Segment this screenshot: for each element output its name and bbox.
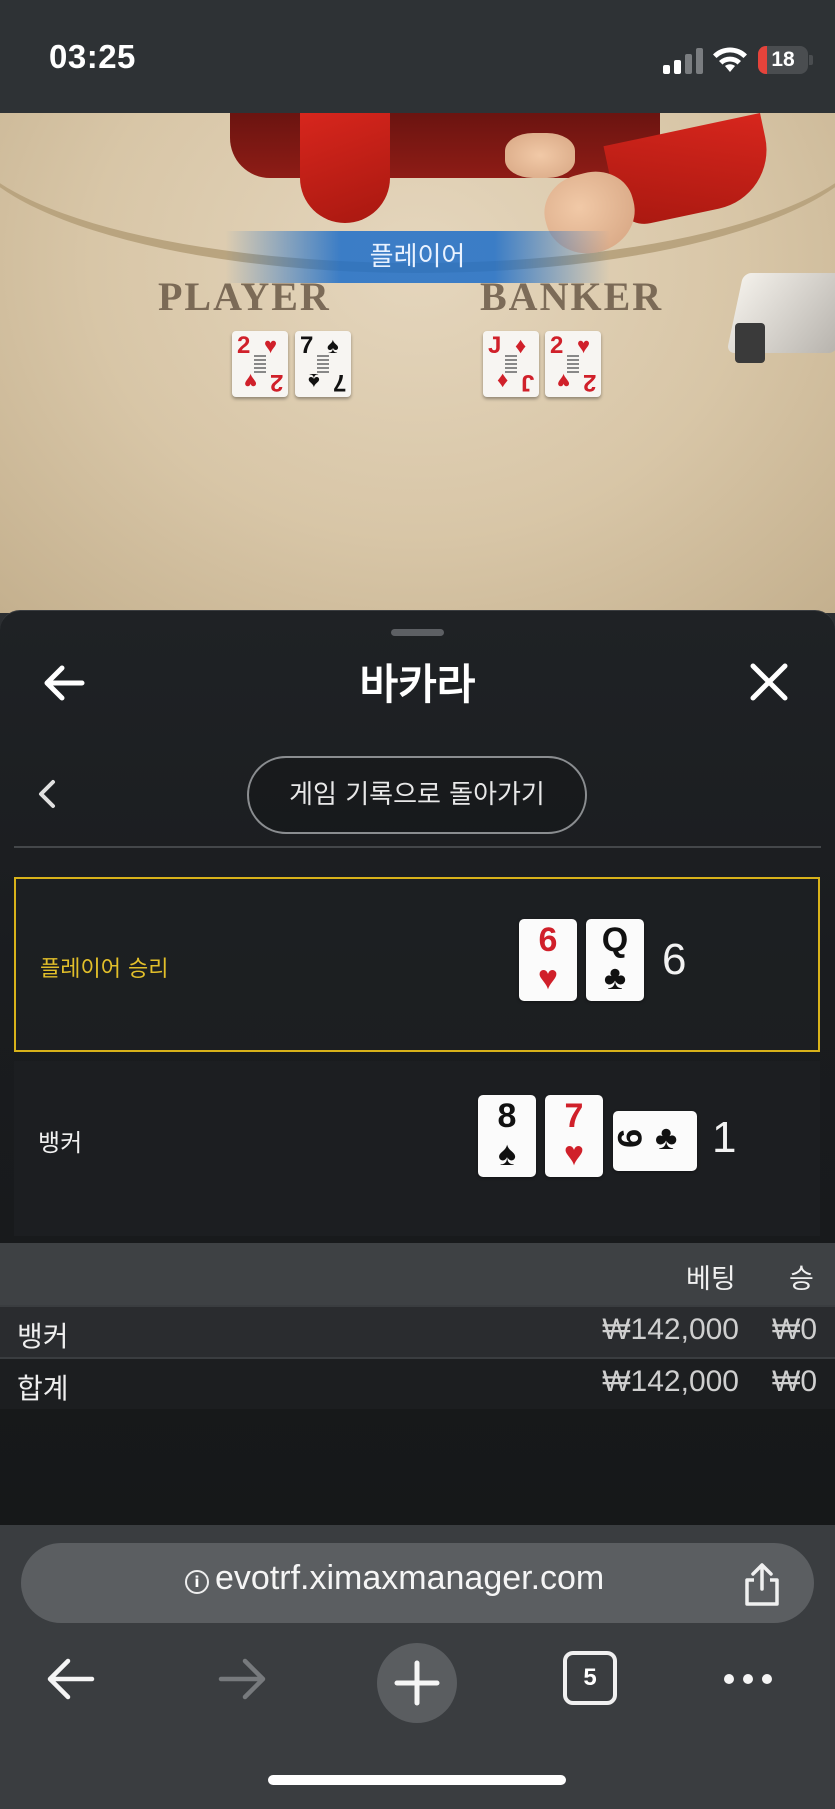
tabs-icon[interactable]: 5 [563, 1651, 617, 1705]
table-row: 합계 ₩142,000 ₩0 [0, 1357, 835, 1409]
battery-cap [809, 55, 813, 65]
banker-result-label: 뱅커 [38, 1129, 83, 1157]
table-row: 뱅커 ₩142,000 ₩0 [0, 1305, 835, 1357]
banker-result-row: 뱅커 8 ♠ 7 ♥ 9 ♣ 1 [14, 1061, 820, 1236]
wifi-icon [713, 47, 747, 72]
card-suit: ♣ [603, 959, 627, 997]
total-row-label: 합계 [17, 1372, 69, 1405]
dealer-hand-left [505, 133, 575, 178]
banker-card-3-sideways: 9 ♣ [610, 1111, 697, 1171]
card-rank: J [488, 332, 502, 359]
arrow-right-icon[interactable] [215, 1651, 271, 1707]
bet-row-label: 뱅커 [17, 1320, 69, 1353]
card-suit: ♠ [497, 1135, 517, 1173]
card-rank: 8 [497, 1097, 517, 1135]
player-total: 6 [662, 935, 687, 984]
home-indicator [268, 1775, 566, 1785]
chevron-left-icon[interactable] [36, 779, 58, 809]
sheet-drag-handle[interactable] [391, 629, 444, 636]
plus-icon [394, 1660, 440, 1706]
back-to-history-button[interactable]: 게임 기록으로 돌아가기 [247, 756, 587, 834]
card-rank-inverted: J [520, 369, 534, 396]
card-rank: 7 [564, 1097, 584, 1135]
table-banker-card-1: J ♦ ♦ J [483, 331, 539, 397]
card-suit-inverted: ♥ [556, 369, 570, 394]
arrow-left-icon[interactable] [42, 1651, 98, 1707]
dealer-arm-left [300, 113, 390, 223]
battery-icon: 18 [758, 46, 808, 74]
table-player-card-2: 7 ♠ ♠ 7 [295, 331, 351, 397]
share-icon[interactable] [739, 1561, 785, 1607]
win-amount: ₩0 [772, 1313, 817, 1346]
battery-percent: 18 [771, 48, 795, 71]
card-rank: 7 [300, 332, 314, 359]
card-rank-inverted: 2 [582, 369, 596, 396]
bet-amount: ₩142,000 [602, 1313, 739, 1346]
felt-banker-label: BANKER [480, 274, 664, 319]
banker-card-2: 7 ♥ [545, 1095, 603, 1177]
table-banker-card-2: 2 ♥ ♥ 2 [545, 331, 601, 397]
banker-total: 1 [712, 1113, 737, 1162]
card-rank: Q [601, 921, 629, 959]
total-win-amount: ₩0 [772, 1365, 817, 1398]
total-bet-amount: ₩142,000 [602, 1365, 739, 1398]
address-bar[interactable]: i evotrf.ximaxmanager.com [21, 1543, 814, 1623]
sheet-title: 바카라 [359, 660, 476, 709]
card-suit: ♣ [655, 1119, 678, 1157]
new-tab-button[interactable] [377, 1643, 457, 1723]
player-card-2: Q ♣ [586, 919, 644, 1001]
divider [14, 846, 821, 848]
bets-table-header: 베팅 승 [0, 1243, 835, 1305]
card-suit: ♥ [537, 959, 559, 997]
player-result-row: 플레이어 승리 6 ♥ Q ♣ 6 [14, 877, 820, 1052]
card-suit-inverted: ♦ [496, 369, 508, 394]
card-suit: ♥ [563, 1135, 585, 1173]
card-rank-inverted: 7 [332, 369, 346, 396]
banker-card-1: 8 ♠ [478, 1095, 536, 1177]
game-history-sheet: 바카라 게임 기록으로 돌아가기 플레이어 승리 6 ♥ Q ♣ 6 뱅커 8 … [0, 610, 835, 1525]
felt-player-label: PLAYER [158, 274, 331, 319]
card-rank: 2 [550, 332, 564, 359]
status-bar: 03:25 18 [0, 0, 835, 113]
browser-toolbar: i evotrf.ximaxmanager.com 5 [0, 1525, 835, 1809]
live-video-feed: 플레이어 PLAYER BANKER 2 ♥ ♥ 2 7 ♠ ♠ 7 J ♦ ♦… [0, 113, 835, 613]
status-time: 03:25 [49, 38, 136, 75]
close-icon[interactable] [748, 661, 790, 703]
card-suit-inverted: ♠ [308, 369, 320, 394]
card-rank: 6 [538, 921, 558, 959]
card-rank: 9 [609, 1129, 648, 1148]
card-suit-inverted: ♥ [243, 369, 257, 394]
bet-column-header: 베팅 [686, 1264, 736, 1295]
more-icon[interactable] [720, 1651, 776, 1707]
card-rank-inverted: 2 [269, 369, 283, 396]
url-text[interactable]: evotrf.ximaxmanager.com [215, 1559, 604, 1598]
table-player-card-1: 2 ♥ ♥ 2 [232, 331, 288, 397]
player-result-label: 플레이어 승리 [40, 957, 169, 982]
player-card-1: 6 ♥ [519, 919, 577, 1001]
info-icon[interactable]: i [185, 1570, 209, 1594]
card-rank: 2 [237, 332, 251, 359]
signal-icon [663, 48, 703, 74]
dealer-torso [230, 113, 660, 178]
win-column-header: 승 [789, 1264, 814, 1295]
card-shoe-slot [735, 323, 765, 363]
